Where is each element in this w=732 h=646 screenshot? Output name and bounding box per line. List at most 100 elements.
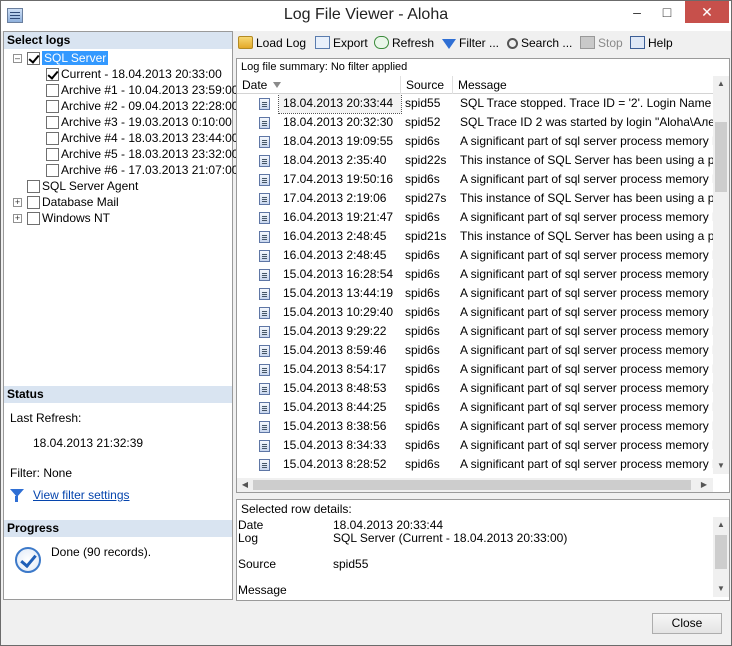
table-row[interactable]: 15.04.2013 16:28:54 spid6s A significant p…: [237, 265, 713, 284]
archive-checkbox-6[interactable]: [46, 164, 59, 177]
view-filter-settings-link[interactable]: View filter settings: [33, 488, 130, 502]
expand-database-mail[interactable]: +: [13, 198, 22, 207]
row-date: 15.04.2013 8:44:25: [283, 400, 387, 414]
table-row[interactable]: 15.04.2013 9:29:22 spid6s A significant pa…: [237, 322, 713, 341]
table-row[interactable]: 15.04.2013 8:54:17 spid6s A significant pa…: [237, 360, 713, 379]
table-row[interactable]: 15.04.2013 8:59:46 spid6s A significant pa…: [237, 341, 713, 360]
sql-server-agent-checkbox[interactable]: [27, 180, 40, 193]
stop-button[interactable]: Stop: [580, 35, 623, 53]
scroll-left-icon[interactable]: ◀: [240, 480, 250, 490]
tree-item-archive-6[interactable]: Archive #6 - 17.03.2013 21:07:00: [61, 163, 238, 177]
archive-checkbox-4[interactable]: [46, 132, 59, 145]
archive-checkbox-2[interactable]: [46, 100, 59, 113]
table-row[interactable]: 15.04.2013 8:34:33 spid6s A significant pa…: [237, 436, 713, 455]
tree-item-archive-5[interactable]: Archive #5 - 18.03.2013 23:32:00: [61, 147, 238, 161]
row-source: spid6s: [405, 343, 440, 357]
row-source: spid21s: [405, 229, 447, 243]
grid-header: Date Source Message: [237, 76, 713, 94]
close-button[interactable]: Close: [652, 613, 722, 634]
source-column-header[interactable]: Source: [401, 76, 453, 94]
tree-item-archive-3[interactable]: Archive #3 - 19.03.2013 0:10:00: [61, 115, 232, 129]
table-row[interactable]: 16.04.2013 2:48:45 spid6s A significant pa…: [237, 246, 713, 265]
export-button[interactable]: Export: [315, 35, 368, 53]
row-source: spid6s: [405, 362, 440, 376]
row-details-panel[interactable]: Selected row details: Date 18.04.2013 20…: [236, 499, 730, 601]
database-mail-checkbox[interactable]: [27, 196, 40, 209]
log-grid[interactable]: Log file summary: No filter applied Date…: [236, 58, 730, 493]
row-source: spid6s: [405, 286, 440, 300]
archive-checkbox-current[interactable]: [46, 68, 59, 81]
table-row[interactable]: 15.04.2013 8:44:25 spid6s A significant pa…: [237, 398, 713, 417]
message-column-header[interactable]: Message: [453, 76, 713, 94]
tree-item-archive-1[interactable]: Archive #1 - 10.04.2013 23:59:00: [61, 83, 238, 97]
log-entry-icon: [259, 193, 270, 205]
row-message: A significant part of sql server process…: [460, 381, 713, 395]
details-scroll-up-icon[interactable]: ▲: [716, 520, 726, 530]
table-row[interactable]: 18.04.2013 2:35:40 spid22s This instance o…: [237, 151, 713, 170]
scroll-up-icon[interactable]: ▲: [716, 79, 726, 89]
table-row[interactable]: 16.04.2013 19:21:47 spid6s A significant p…: [237, 208, 713, 227]
table-row[interactable]: 18.04.2013 19:09:55 spid6s A significant p…: [237, 132, 713, 151]
scroll-down-icon[interactable]: ▼: [716, 461, 726, 471]
left-panel: Select logs – SQL Server Current - 18.04…: [3, 31, 238, 600]
grid-horizontal-scrollbar[interactable]: ◀ ▶: [237, 478, 713, 492]
tree-item-windows-nt[interactable]: Windows NT: [42, 211, 110, 225]
table-row[interactable]: 16.04.2013 2:48:45 spid21s This instance o…: [237, 227, 713, 246]
export-label: Export: [333, 36, 368, 50]
refresh-button[interactable]: Refresh: [374, 35, 434, 53]
row-message: A significant part of sql server process…: [460, 210, 713, 224]
load-log-button[interactable]: Load Log: [238, 35, 306, 53]
table-row[interactable]: 15.04.2013 8:28:52 spid6s A significant pa…: [237, 455, 713, 474]
minimize-button[interactable]: –: [622, 1, 652, 23]
search-button[interactable]: Search ...: [507, 35, 572, 53]
details-scroll-thumb[interactable]: [715, 535, 727, 569]
row-source: spid6s: [405, 457, 440, 471]
grid-rows: 18.04.2013 20:33:44 spid55 SQL Trace stopp…: [237, 94, 713, 474]
row-date: 15.04.2013 9:29:22: [283, 324, 387, 338]
table-row[interactable]: 15.04.2013 10:29:40 spid6s A significant p…: [237, 303, 713, 322]
table-row[interactable]: 17.04.2013 19:50:16 spid6s A significant p…: [237, 170, 713, 189]
details-header: Selected row details:: [241, 502, 352, 516]
archive-checkbox-3[interactable]: [46, 116, 59, 129]
date-column-header[interactable]: Date: [237, 76, 401, 94]
collapse-sql-server[interactable]: –: [13, 54, 22, 63]
windows-nt-checkbox[interactable]: [27, 212, 40, 225]
table-row[interactable]: 18.04.2013 20:33:44 spid55 SQL Trace stopp…: [237, 94, 713, 114]
details-scroll-down-icon[interactable]: ▼: [716, 584, 726, 594]
tree-item-sql-server[interactable]: SQL Server: [42, 51, 109, 65]
tree-item-database-mail[interactable]: Database Mail: [42, 195, 119, 209]
row-date: 15.04.2013 8:54:17: [283, 362, 387, 376]
help-button[interactable]: Help: [630, 35, 673, 53]
tree-item-archive-2[interactable]: Archive #2 - 09.04.2013 22:28:00: [61, 99, 238, 113]
row-source: spid6s: [405, 210, 440, 224]
table-row[interactable]: 18.04.2013 20:32:30 spid52 SQL Trace ID 2 …: [237, 113, 713, 132]
detail-source-label: Source: [238, 557, 277, 571]
tree-item-sql-server-agent[interactable]: SQL Server Agent: [42, 179, 138, 193]
row-source: spid6s: [405, 248, 440, 262]
tree-item-current[interactable]: Current - 18.04.2013 20:33:00: [61, 67, 222, 81]
log-file-viewer-window: Log File Viewer - Aloha – □ ✕ Select log…: [0, 0, 732, 646]
archive-checkbox-5[interactable]: [46, 148, 59, 161]
sql-server-checkbox[interactable]: [27, 52, 40, 65]
filter-button[interactable]: Filter ...: [442, 35, 499, 53]
details-vertical-scrollbar[interactable]: ▲ ▼: [713, 517, 729, 597]
table-row[interactable]: 17.04.2013 2:19:06 spid27s This instance o…: [237, 189, 713, 208]
search-icon: [507, 38, 518, 49]
grid-vertical-scroll-thumb[interactable]: [715, 122, 727, 192]
table-row[interactable]: 15.04.2013 8:38:56 spid6s A significant pa…: [237, 417, 713, 436]
archive-checkbox-1[interactable]: [46, 84, 59, 97]
table-row[interactable]: 15.04.2013 13:44:19 spid6s A significant p…: [237, 284, 713, 303]
scroll-right-icon[interactable]: ▶: [699, 480, 709, 490]
progress-text: Done (90 records).: [51, 545, 152, 559]
expand-windows-nt[interactable]: +: [13, 214, 22, 223]
grid-horizontal-scroll-thumb[interactable]: [253, 480, 691, 490]
maximize-button[interactable]: □: [652, 1, 682, 23]
row-date: 15.04.2013 8:34:33: [283, 438, 387, 452]
title-bar[interactable]: Log File Viewer - Aloha – □ ✕: [1, 1, 731, 31]
window-close-button[interactable]: ✕: [685, 1, 729, 23]
tree-item-archive-4[interactable]: Archive #4 - 18.03.2013 23:44:00: [61, 131, 238, 145]
grid-vertical-scrollbar[interactable]: ▲ ▼: [713, 76, 729, 474]
row-date: 15.04.2013 13:44:19: [283, 286, 394, 300]
row-message: A significant part of sql server process…: [460, 248, 713, 262]
table-row[interactable]: 15.04.2013 8:48:53 spid6s A significant pa…: [237, 379, 713, 398]
